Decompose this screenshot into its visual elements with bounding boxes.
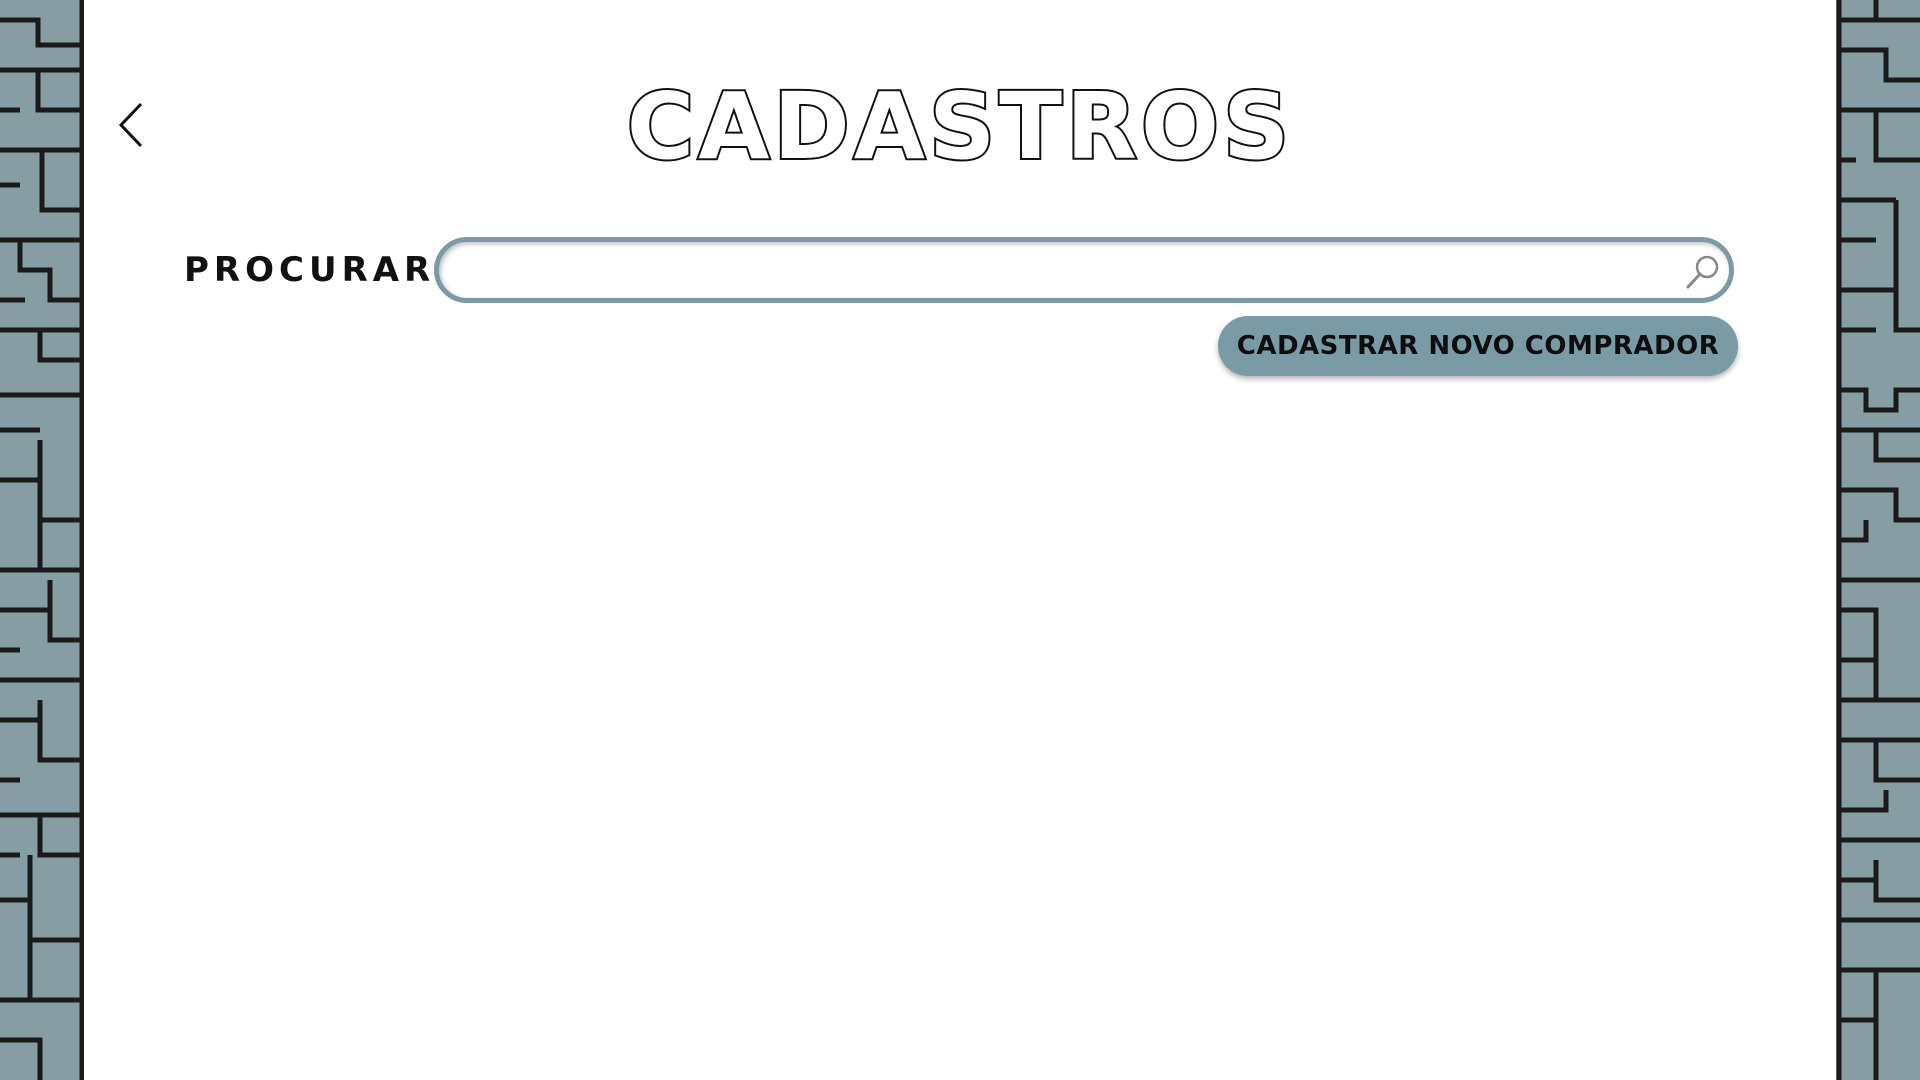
registrations-page: CADASTROS PROCURAR: CADASTRAR NOVO COMPR… — [0, 0, 1920, 1080]
register-new-buyer-button[interactable]: CADASTRAR NOVO COMPRADOR — [1218, 316, 1738, 376]
left-maze-border — [0, 0, 84, 1080]
page-title: CADASTROS — [560, 70, 1360, 180]
left-maze-pattern — [0, 0, 84, 1080]
right-maze-border — [1836, 0, 1920, 1080]
search-icon[interactable] — [1683, 252, 1723, 292]
back-button[interactable] — [110, 95, 154, 155]
right-maze-pattern — [1836, 0, 1920, 1080]
search-label: PROCURAR: — [184, 250, 454, 290]
page-title-text: CADASTROS — [627, 73, 1294, 180]
chevron-left-icon — [118, 102, 143, 148]
search-input[interactable] — [465, 250, 1649, 292]
search-box[interactable] — [434, 237, 1734, 303]
